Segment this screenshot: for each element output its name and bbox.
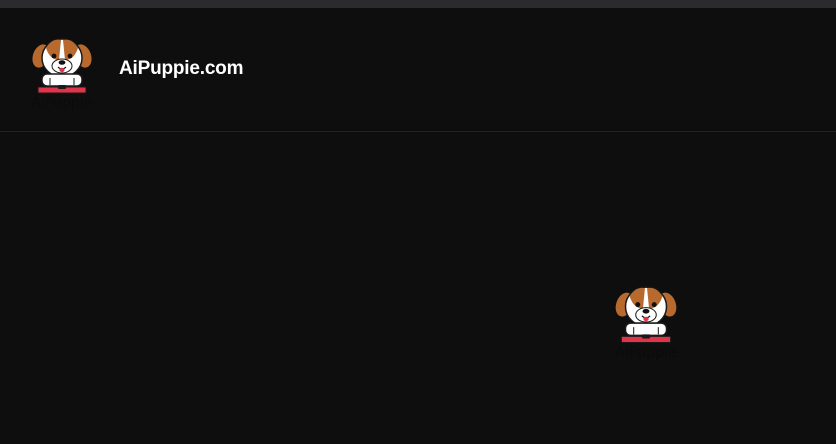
site-header: AiPuppie AiPuppie.com	[0, 8, 836, 132]
svg-text:AiPuppie: AiPuppie	[615, 345, 678, 360]
puppy-logo-icon: AiPuppie	[615, 286, 678, 360]
home-logo-link[interactable]: AiPuppie	[28, 34, 96, 110]
main-content: AiPuppie	[0, 132, 836, 444]
site-name-link[interactable]: AiPuppie.com	[119, 58, 243, 80]
svg-text:AiPuppie: AiPuppie	[32, 95, 93, 110]
browser-top-strip	[0, 0, 836, 8]
loading-logo: AiPuppie	[611, 282, 681, 360]
puppy-logo-icon: AiPuppie	[32, 38, 93, 110]
